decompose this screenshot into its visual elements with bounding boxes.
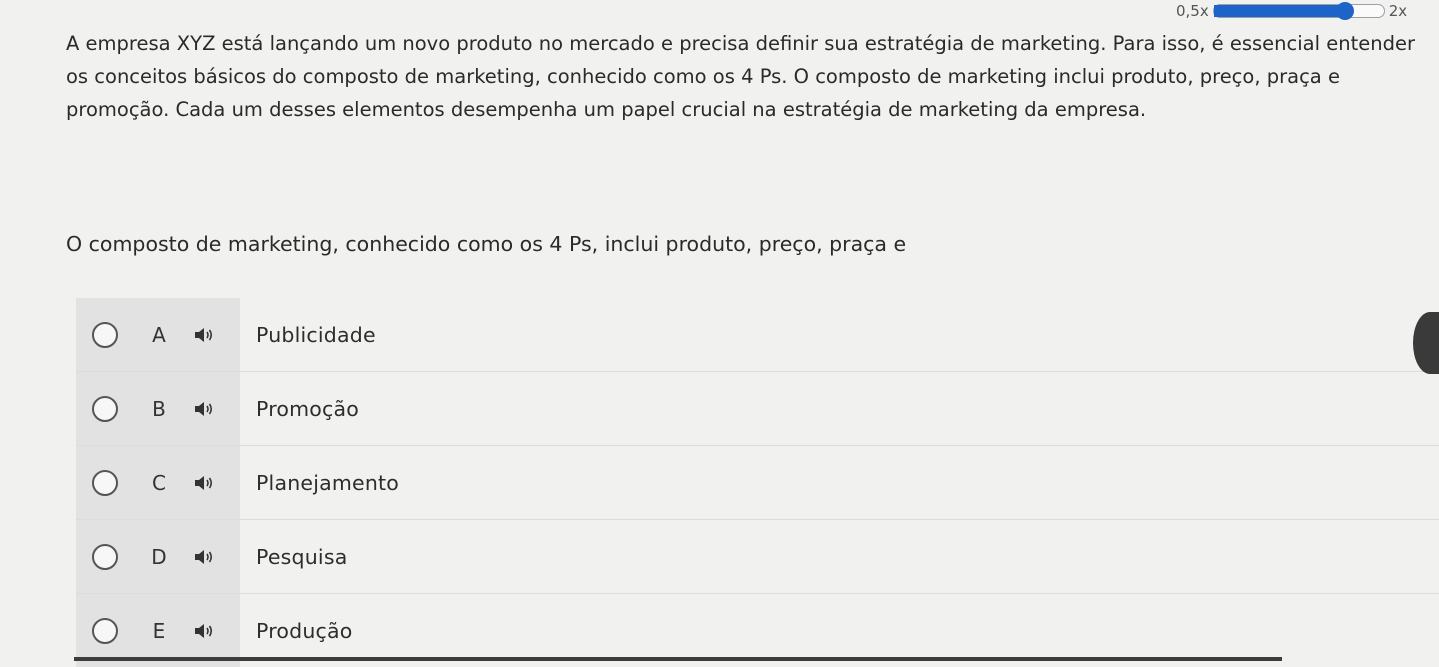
option-text-a: Publicidade bbox=[256, 322, 376, 347]
option-text-d: Pesquisa bbox=[256, 544, 348, 569]
option-letter-b: B bbox=[152, 396, 166, 421]
option-letter-c: C bbox=[152, 470, 166, 495]
option-c-controls: C bbox=[76, 446, 240, 519]
option-b-controls: B bbox=[76, 372, 240, 445]
option-letter-e: E bbox=[152, 618, 166, 643]
bottom-divider bbox=[74, 657, 1282, 661]
radio-button-a[interactable] bbox=[92, 321, 118, 348]
radio-button-b[interactable] bbox=[92, 395, 118, 422]
speed-slider-thumb[interactable] bbox=[1335, 2, 1354, 20]
speaker-icon[interactable] bbox=[194, 326, 214, 344]
radio-button-d[interactable] bbox=[92, 543, 118, 570]
option-letter-a: A bbox=[152, 322, 166, 347]
option-b[interactable]: B Promoção bbox=[76, 371, 1439, 445]
side-panel-handle[interactable] bbox=[1413, 312, 1439, 374]
speaker-icon[interactable] bbox=[194, 400, 214, 418]
option-letter-d: D bbox=[151, 544, 167, 569]
speed-slider[interactable] bbox=[1212, 2, 1385, 20]
question-context: A empresa XYZ está lançando um novo prod… bbox=[66, 32, 1415, 121]
speed-slider-fill bbox=[1213, 5, 1345, 17]
speaker-icon[interactable] bbox=[194, 474, 214, 492]
option-text-c: Planejamento bbox=[256, 470, 400, 495]
option-d-controls: D bbox=[76, 520, 240, 593]
speaker-icon[interactable] bbox=[194, 622, 214, 640]
speed-min-label: 0,5x bbox=[1176, 2, 1209, 20]
option-text-b: Promoção bbox=[256, 396, 360, 421]
question-stem: O composto de marketing, conhecido como … bbox=[66, 232, 907, 256]
option-d[interactable]: D Pesquisa bbox=[76, 519, 1439, 593]
speaker-icon[interactable] bbox=[194, 548, 214, 566]
speed-max-label: 2x bbox=[1388, 2, 1408, 20]
option-text-e: Produção bbox=[256, 618, 353, 643]
radio-button-c[interactable] bbox=[92, 469, 118, 496]
playback-speed-control: 0,5x 2x bbox=[1176, 0, 1407, 22]
option-e[interactable]: E Produção bbox=[76, 593, 1439, 667]
answer-options: A Publicidade B Promoção C Planejamento … bbox=[76, 298, 1439, 667]
option-c[interactable]: C Planejamento bbox=[76, 445, 1439, 519]
option-a[interactable]: A Publicidade bbox=[76, 298, 1439, 371]
radio-button-e[interactable] bbox=[92, 617, 118, 644]
option-a-controls: A bbox=[76, 298, 240, 371]
